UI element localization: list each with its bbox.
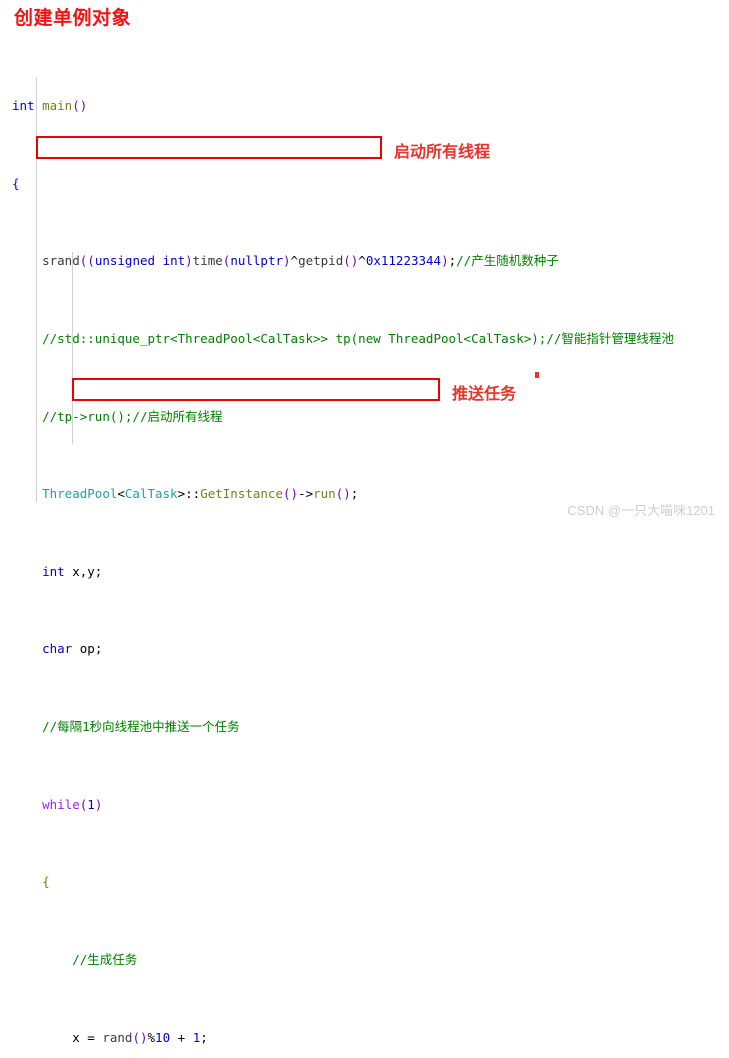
annotation-label-run: 启动所有线程 xyxy=(394,142,491,161)
code-line: { xyxy=(42,874,50,890)
code-line: srand((unsigned int)time(nullptr)^getpid… xyxy=(42,253,559,269)
code-line: //生成任务 xyxy=(72,951,138,967)
code-line: //tp->run();//启动所有线程 xyxy=(42,408,223,424)
csdn-watermark: CSDN @一只大喵咪1201 xyxy=(567,503,715,518)
code-line: //每隔1秒向线程池中推送一个任务 xyxy=(42,719,240,735)
code-line: x = rand()%10 + 1; xyxy=(72,1029,208,1045)
indent-guide xyxy=(36,77,37,502)
code-line: char op; xyxy=(42,641,103,657)
code-line: int x,y; xyxy=(42,563,103,579)
code-block: int main() { srand((unsigned int)time(nu… xyxy=(12,38,674,1058)
annotation-label-push: 推送任务 xyxy=(452,384,517,403)
code-line: while(1) xyxy=(42,796,103,812)
code-line: int main() xyxy=(12,98,88,114)
indent-guide xyxy=(72,252,73,444)
code-line: //std::unique_ptr<ThreadPool<CalTask>> t… xyxy=(42,331,674,347)
page-title: 创建单例对象 xyxy=(14,7,132,29)
code-line: { xyxy=(12,175,20,191)
annotation-dot xyxy=(535,372,539,378)
